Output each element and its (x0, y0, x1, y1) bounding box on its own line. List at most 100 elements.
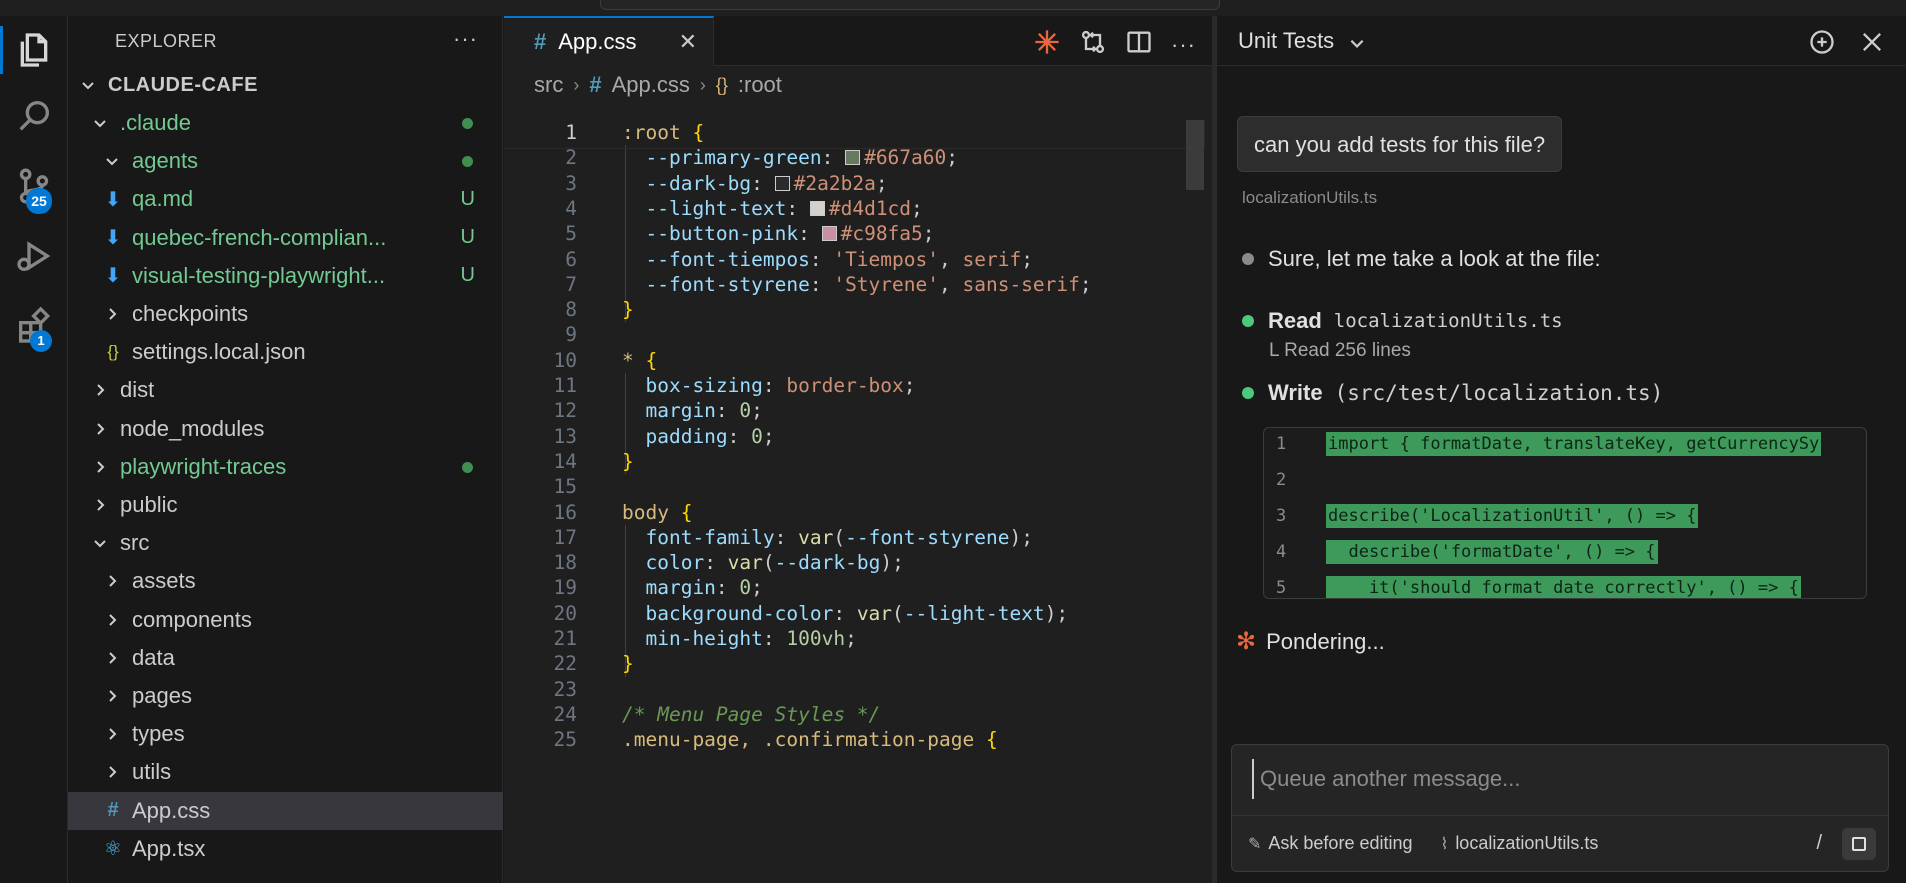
explorer-header: EXPLORER ··· (68, 16, 502, 66)
code-token: * (622, 348, 646, 372)
code-token: : (751, 171, 775, 195)
edit-mode-toggle[interactable]: ✎ Ask before editing (1248, 833, 1413, 854)
tool-write-step[interactable]: Write (src/test/localization.ts) (1242, 380, 1663, 406)
color-swatch[interactable] (774, 175, 790, 191)
tree-item[interactable]: dist (68, 371, 503, 409)
code-token: ; (751, 399, 763, 423)
assistant-message: Sure, let me take a look at the file: (1242, 246, 1601, 272)
stop-icon (1852, 837, 1866, 851)
code-token: } (622, 652, 634, 676)
compare-changes-icon[interactable] (1079, 28, 1107, 61)
diff-line: 1 import { formatDate, translateKey, getC… (1264, 428, 1866, 462)
claude-spark-icon[interactable] (1033, 28, 1061, 61)
extensions-activity-button[interactable]: 1 (0, 296, 68, 356)
tree-item[interactable]: ⬇ qa.md U (68, 180, 503, 218)
json-file-icon: {} (107, 342, 119, 362)
tree-item-label: App.css (132, 797, 211, 823)
message-input[interactable] (1252, 759, 1852, 799)
tab-app-css[interactable]: # App.css ✕ (504, 16, 714, 66)
chevron-right-icon: › (699, 74, 706, 95)
tree-item[interactable]: assets (68, 562, 503, 600)
color-swatch[interactable] (845, 150, 861, 166)
tree-root-folder[interactable]: CLAUDE-CAFE (68, 66, 503, 104)
code-token: /* Menu Page Styles */ (622, 702, 881, 726)
tree-item-label: types (132, 721, 185, 747)
git-status-badge: U (460, 226, 475, 249)
tree-item[interactable]: utils (68, 753, 503, 791)
tree-item[interactable]: .claude (68, 104, 503, 142)
tree-item[interactable]: playwright-traces (68, 448, 503, 486)
markdown-file-icon: ⬇ (104, 227, 122, 250)
editor-scrollbar[interactable] (1186, 120, 1204, 190)
diff-line: 5 it('should format date correctly', () … (1264, 570, 1866, 598)
diff-line: 3 describe('LocalizationUtil', () => { (1264, 498, 1866, 534)
code-token: serif (962, 247, 1022, 271)
modified-dot-icon (462, 156, 473, 168)
status-text: Pondering... (1266, 628, 1385, 654)
tree-item[interactable]: ⬇ visual-testing-playwright... U (68, 257, 503, 295)
split-editor-icon[interactable] (1125, 28, 1153, 61)
diff-line-number: 1 (1276, 434, 1287, 454)
breadcrumb-folder[interactable]: src (534, 72, 563, 98)
breadcrumb-symbol[interactable]: :root (738, 72, 782, 98)
code-token: } (622, 449, 634, 473)
explorer-activity-button[interactable] (0, 20, 68, 80)
editor-more-icon[interactable]: ··· (1171, 32, 1196, 58)
code-token: ; (875, 171, 888, 195)
close-icon[interactable] (1858, 28, 1886, 62)
diff-line-number: 2 (1276, 470, 1287, 490)
tree-item[interactable]: agents (68, 142, 503, 180)
tree-item[interactable]: data (68, 639, 503, 677)
code-token: var (727, 551, 763, 575)
stop-button[interactable] (1842, 828, 1876, 860)
color-swatch[interactable] (809, 200, 825, 216)
tree-item[interactable]: src (68, 524, 503, 562)
tree-item[interactable]: node_modules (68, 410, 503, 448)
breadcrumb-file[interactable]: App.css (612, 72, 690, 98)
code-editor[interactable]: 1:root {2 --primary-green: #667a60; 3 --d… (504, 120, 1216, 883)
tree-item[interactable]: types (68, 715, 503, 753)
assistant-text: Sure, let me take a look at the file: (1268, 246, 1601, 271)
editor-tab-bar: # App.css ✕ ··· (504, 16, 1216, 66)
success-dot-icon (1242, 387, 1254, 399)
tool-read-step[interactable]: Read localizationUtils.ts (1242, 308, 1563, 334)
color-swatch[interactable] (821, 226, 837, 242)
chevron-down-icon[interactable] (1348, 32, 1366, 50)
tool-write-target: (src/test/localization.ts) (1334, 381, 1664, 405)
chevron-right-icon (102, 724, 122, 744)
tree-item[interactable]: checkpoints (68, 295, 503, 333)
new-chat-icon[interactable] (1808, 28, 1836, 62)
tree-item[interactable]: public (68, 486, 503, 524)
command-center[interactable] (600, 0, 1220, 10)
chat-title[interactable]: Unit Tests (1238, 28, 1334, 54)
more-actions-icon[interactable]: ··· (453, 26, 478, 52)
tree-item-label: playwright-traces (120, 453, 287, 479)
code-token: 100vh (786, 627, 846, 650)
slash-command-button[interactable]: / (1816, 832, 1822, 855)
tool-write-label: Write (1268, 380, 1323, 405)
code-token: ; (1021, 247, 1033, 271)
search-activity-button[interactable] (0, 86, 68, 146)
code-token: : (809, 272, 834, 296)
tree-item[interactable]: components (68, 601, 503, 639)
tab-close-icon[interactable]: ✕ (679, 29, 697, 55)
code-token: ; (1079, 272, 1092, 296)
source-control-activity-button[interactable]: 25 (0, 156, 68, 216)
write-diff-preview[interactable]: 1 import { formatDate, translateKey, getC… (1263, 427, 1867, 599)
tree-item[interactable]: {} settings.local.json (68, 333, 503, 371)
attached-file-label: localizationUtils.ts (1455, 833, 1599, 853)
tree-item[interactable]: # App.css (68, 791, 503, 830)
code-token: : (786, 196, 810, 220)
tree-item[interactable]: pages (68, 677, 503, 715)
code-token: border-box (786, 374, 904, 397)
tree-item[interactable]: ⬇ quebec-french-complian... U (68, 219, 503, 257)
run-debug-activity-button[interactable] (0, 226, 68, 286)
tree-item-label: checkpoints (132, 301, 249, 326)
chevron-down-icon (90, 113, 110, 133)
chevron-down-icon (78, 75, 98, 95)
tree-item[interactable]: ⚛ App.tsx (68, 830, 503, 868)
attached-file-chip[interactable]: ⌇ localizationUtils.ts (1441, 833, 1599, 854)
paperclip-icon: ⌇ (1440, 835, 1449, 853)
code-token: ; (922, 222, 935, 246)
success-dot-icon (1242, 315, 1254, 327)
